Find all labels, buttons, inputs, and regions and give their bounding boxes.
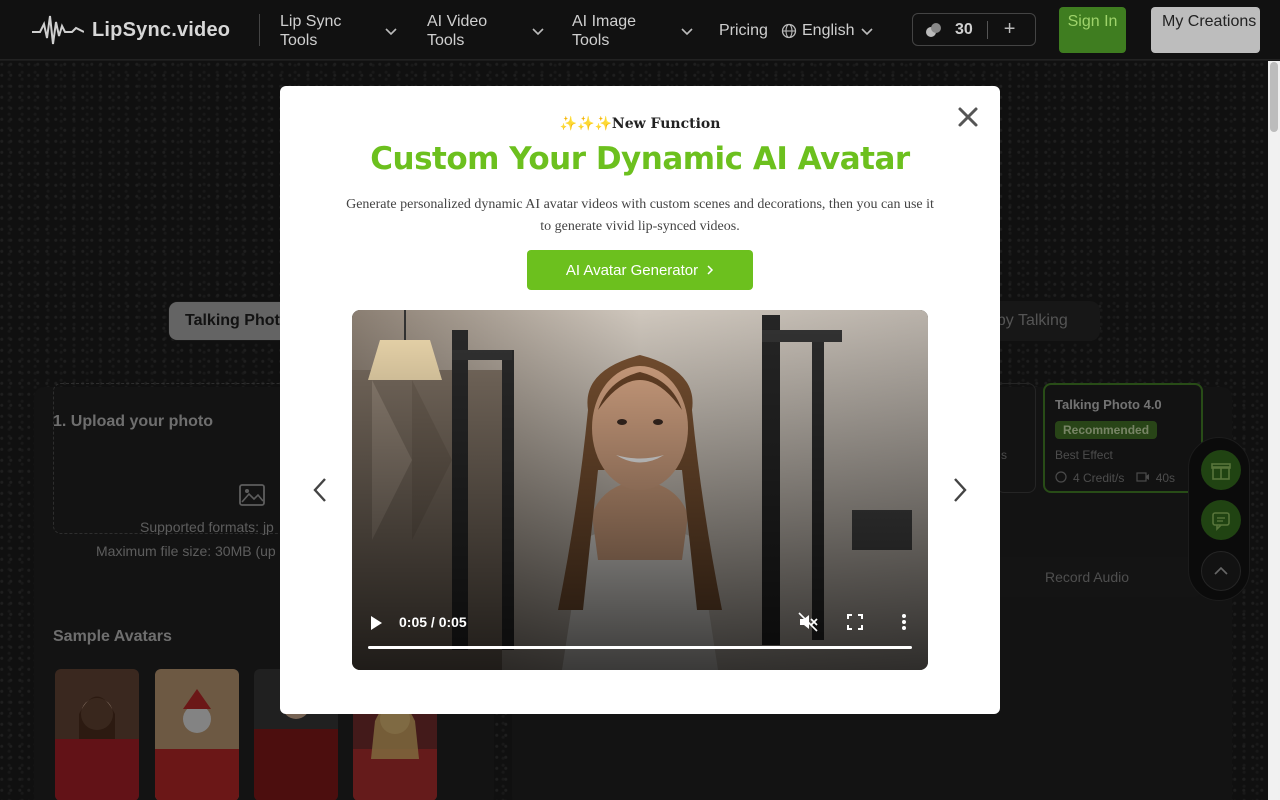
nav-label: AI Image Tools bbox=[572, 13, 637, 49]
muted-speaker-icon[interactable] bbox=[798, 612, 818, 632]
scrollbar-thumb[interactable] bbox=[1270, 62, 1278, 132]
chevron-right-icon bbox=[707, 265, 714, 275]
more-options-icon[interactable] bbox=[898, 612, 910, 632]
nav-label: Pricing bbox=[719, 22, 768, 39]
nav-label: Lip Sync Tools bbox=[280, 13, 342, 49]
cta-label: AI Avatar Generator bbox=[565, 261, 699, 279]
globe-icon bbox=[781, 23, 797, 38]
credits-widget: 30 + bbox=[912, 13, 1036, 46]
fullscreen-icon[interactable] bbox=[846, 613, 864, 631]
sign-in-button[interactable]: Sign In bbox=[1059, 7, 1126, 53]
ai-avatar-generator-button[interactable]: AI Avatar Generator bbox=[527, 250, 753, 290]
my-creations-label: My Creations bbox=[1162, 13, 1257, 30]
my-creations-button[interactable]: My Creations bbox=[1151, 7, 1260, 53]
chevron-down-icon bbox=[385, 28, 397, 36]
nav-lip-sync-tools[interactable]: Lip Sync Tools bbox=[280, 12, 398, 50]
language-label: English bbox=[802, 22, 855, 39]
logo-text: LipSync.video bbox=[92, 18, 231, 41]
page-scrollbar[interactable] bbox=[1268, 61, 1280, 800]
add-credits-button[interactable]: + bbox=[1004, 18, 1016, 41]
chevron-down-icon bbox=[681, 28, 693, 36]
kicker-text: New Function bbox=[611, 116, 721, 132]
nav-pricing[interactable]: Pricing bbox=[719, 21, 768, 40]
waveform-logo-icon bbox=[32, 15, 84, 45]
chevron-left-icon[interactable] bbox=[310, 476, 330, 504]
nav-ai-image-tools[interactable]: AI Image Tools bbox=[572, 12, 694, 50]
header-divider bbox=[259, 14, 260, 46]
coins-icon bbox=[926, 22, 941, 37]
language-selector[interactable]: English bbox=[781, 21, 874, 40]
video-time: 0:05 / 0:05 bbox=[399, 614, 467, 630]
chevron-right-icon[interactable] bbox=[950, 476, 970, 504]
modal-headline: Custom Your Dynamic AI Avatar bbox=[370, 141, 910, 177]
sign-in-label: Sign In bbox=[1067, 13, 1118, 30]
nav-ai-video-tools[interactable]: AI Video Tools bbox=[427, 12, 545, 50]
credits-count: 30 bbox=[955, 20, 973, 38]
chevron-down-icon bbox=[861, 27, 874, 35]
modal-description: Generate personalized dynamic AI avatar … bbox=[346, 197, 934, 234]
modal-kicker: ✨✨✨New Function bbox=[280, 116, 1000, 132]
chevron-down-icon bbox=[532, 28, 544, 36]
top-header: LipSync.video Lip Sync Tools AI Video To… bbox=[0, 0, 1280, 60]
play-icon[interactable] bbox=[369, 615, 383, 631]
credits-divider bbox=[986, 20, 988, 39]
sparkles-icon: ✨✨✨ bbox=[559, 116, 612, 132]
video-progress-bar[interactable] bbox=[368, 646, 912, 649]
logo[interactable]: LipSync.video bbox=[32, 10, 230, 50]
nav-label: AI Video Tools bbox=[427, 13, 488, 49]
